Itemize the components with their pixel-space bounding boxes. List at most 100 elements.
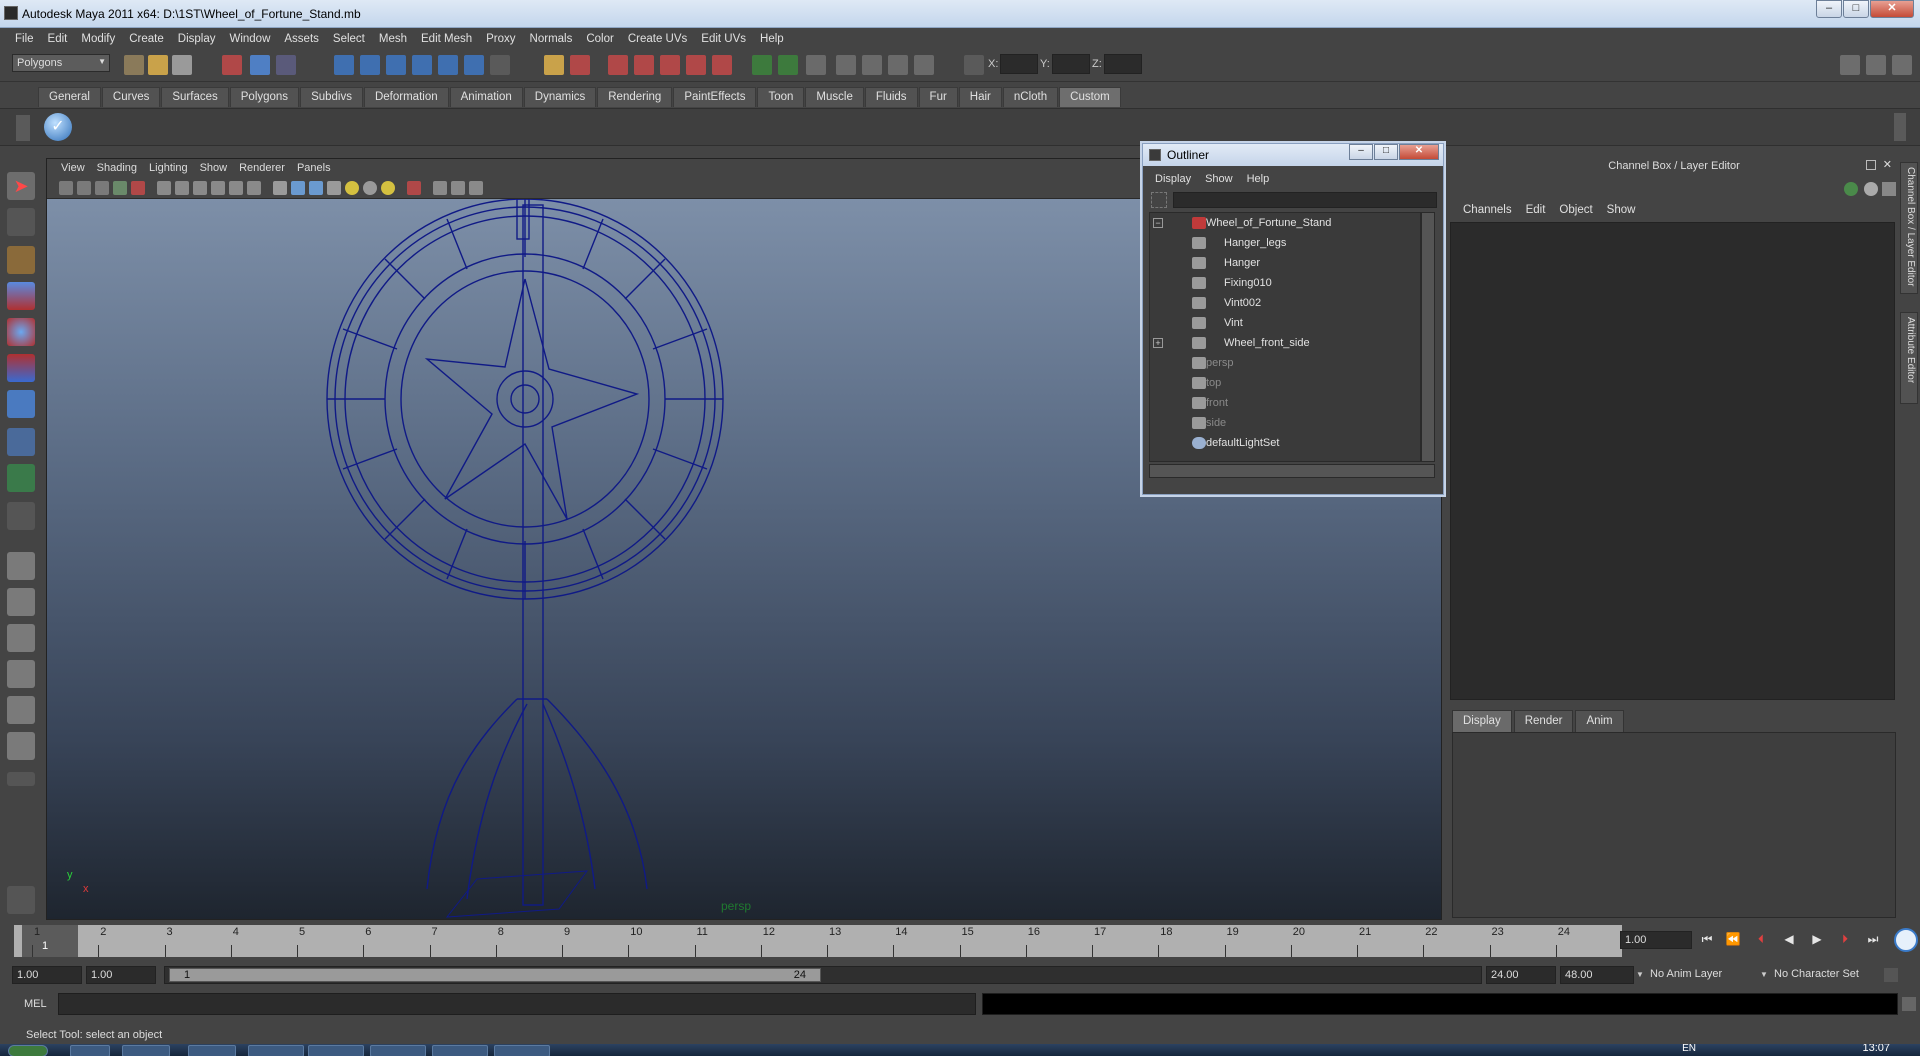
layout-single-icon[interactable] (7, 552, 35, 580)
input-ops-icon[interactable] (608, 55, 628, 75)
outliner-item[interactable]: − Wheel_of_Fortune_Stand (1150, 213, 1420, 233)
snapshot-icon[interactable] (914, 55, 934, 75)
safe-action-icon[interactable] (247, 181, 261, 195)
side-tab-attribute-editor[interactable]: Attribute Editor (1900, 312, 1918, 404)
taskbar-chrome-icon[interactable] (70, 1045, 110, 1056)
render-frame-icon[interactable] (778, 55, 798, 75)
menu-window[interactable]: Window (222, 33, 277, 45)
paint-select-tool-icon[interactable] (7, 246, 35, 274)
history-icon[interactable] (464, 55, 484, 75)
output-ops-icon[interactable] (634, 55, 654, 75)
shelf-tab-fur[interactable]: Fur (918, 87, 958, 107)
mel-label[interactable]: MEL (24, 998, 47, 1010)
two-d-pan-icon[interactable] (131, 181, 145, 195)
shelf-tab-general[interactable]: General (38, 87, 101, 107)
maximize-button[interactable]: □ (1843, 0, 1869, 18)
rotate-tool-icon[interactable] (7, 318, 35, 346)
textures-icon[interactable] (327, 181, 341, 195)
menu-edit-mesh[interactable]: Edit Mesh (414, 33, 479, 45)
quick-layout-icon[interactable] (7, 886, 35, 914)
shelf-tab-custom[interactable]: Custom (1059, 87, 1121, 107)
select-tool-icon[interactable]: ➤ (7, 172, 35, 200)
select-camera-icon[interactable] (59, 181, 73, 195)
menu-mesh[interactable]: Mesh (372, 33, 414, 45)
menu-modify[interactable]: Modify (74, 33, 122, 45)
anim-layer-dropdown[interactable]: No Anim Layer (1646, 966, 1754, 984)
cb-menu-channels[interactable]: Channels (1456, 204, 1519, 216)
shelf-tab-fluids[interactable]: Fluids (864, 87, 918, 107)
select-component-icon[interactable] (276, 55, 296, 75)
hypershade-icon[interactable] (862, 55, 882, 75)
taskbar-yandex-icon[interactable] (188, 1045, 236, 1056)
show-channel-box-icon[interactable] (1892, 55, 1912, 75)
range-bar[interactable]: 1 24 (164, 966, 1482, 984)
key-icon[interactable] (1884, 968, 1898, 982)
toolbox-expand-icon[interactable] (7, 772, 35, 786)
vp-menu-show[interactable]: Show (194, 162, 234, 174)
playback-start-field[interactable]: 1.00 (86, 966, 156, 984)
shelf-tab-rendering[interactable]: Rendering (597, 87, 673, 107)
layout-outliner-persp-icon[interactable] (7, 624, 35, 652)
field-chart-icon[interactable] (229, 181, 243, 195)
construction-history-icon[interactable] (660, 55, 680, 75)
cb-menu-edit[interactable]: Edit (1519, 204, 1553, 216)
film-gate-icon[interactable] (175, 181, 189, 195)
gate-mask-icon[interactable] (211, 181, 225, 195)
universal-manipulator-icon[interactable] (7, 390, 35, 418)
resolution-gate-icon[interactable] (193, 181, 207, 195)
menu-create-uvs[interactable]: Create UVs (621, 33, 694, 45)
outliner-menu-show[interactable]: Show (1199, 173, 1241, 185)
snap-point-icon[interactable] (386, 55, 406, 75)
character-set-dropdown[interactable]: No Character Set (1770, 966, 1880, 984)
current-frame-field[interactable]: 1.00 (1620, 931, 1692, 949)
menu-set-select[interactable]: Polygons ▼ (12, 54, 110, 72)
select-hierarchy-icon[interactable] (222, 55, 242, 75)
channel-box-toggle-icon[interactable] (1864, 182, 1878, 196)
ipr-render-icon[interactable] (806, 55, 826, 75)
shelf-tab-toon[interactable]: Toon (757, 87, 805, 107)
snap-plane-icon[interactable] (412, 55, 432, 75)
outliner-item[interactable]: Vint002 (1150, 293, 1420, 313)
vp-menu-renderer[interactable]: Renderer (233, 162, 291, 174)
step-back-frame-icon[interactable]: ⏴ (1752, 932, 1770, 950)
select-object-icon[interactable] (250, 55, 270, 75)
save-scene-icon[interactable] (172, 55, 192, 75)
auto-key-icon[interactable] (1894, 928, 1918, 952)
help-icon[interactable] (490, 55, 510, 75)
camera-attributes-icon[interactable] (77, 181, 91, 195)
expand-toggle-icon[interactable]: + (1153, 338, 1163, 348)
snap-together-icon[interactable] (686, 55, 706, 75)
checkmark-shelf-icon[interactable]: ✓ (44, 113, 72, 141)
outliner-filter-field[interactable] (1173, 192, 1437, 208)
menu-display[interactable]: Display (171, 33, 223, 45)
soft-mod-tool-icon[interactable] (7, 428, 35, 456)
float-panel-icon[interactable] (1866, 160, 1876, 170)
expand-toggle-icon[interactable]: − (1153, 218, 1163, 228)
menu-normals[interactable]: Normals (523, 33, 580, 45)
scale-tool-icon[interactable] (7, 354, 35, 382)
close-panel-icon[interactable]: ✕ (1883, 158, 1892, 171)
default-light-icon[interactable] (345, 181, 359, 195)
z-field[interactable] (1104, 54, 1142, 74)
open-scene-icon[interactable] (148, 55, 168, 75)
outliner-horizontal-scrollbar[interactable] (1149, 464, 1435, 478)
outliner-vertical-scrollbar[interactable] (1421, 212, 1435, 462)
vp-menu-shading[interactable]: Shading (91, 162, 143, 174)
outliner-item[interactable]: top (1150, 373, 1420, 393)
time-slider[interactable]: 1 1 2 3 4 5 6 7 8 9 10 11 12 13 14 15 16 17 18 19 20 21 22 23 2… (14, 925, 1622, 957)
render-settings-icon[interactable] (836, 55, 856, 75)
grid-toggle-icon[interactable] (157, 181, 171, 195)
menu-assets[interactable]: Assets (277, 33, 326, 45)
shelf-tab-animation[interactable]: Animation (449, 87, 523, 107)
step-back-key-icon[interactable]: ⏪ (1724, 932, 1742, 950)
snap-grid-icon[interactable] (334, 55, 354, 75)
render-view-icon[interactable] (752, 55, 772, 75)
outliner-menu-display[interactable]: Display (1149, 173, 1199, 185)
outliner-item[interactable]: + Wheel_front_side (1150, 333, 1420, 353)
y-field[interactable] (1052, 54, 1090, 74)
shelf-tab-ncloth[interactable]: nCloth (1002, 87, 1059, 107)
outliner-maximize-button[interactable]: □ (1374, 144, 1398, 160)
align-icon[interactable] (712, 55, 732, 75)
start-time-field[interactable]: 1.00 (12, 966, 82, 984)
playback-end-field[interactable]: 24.00 (1486, 966, 1556, 984)
